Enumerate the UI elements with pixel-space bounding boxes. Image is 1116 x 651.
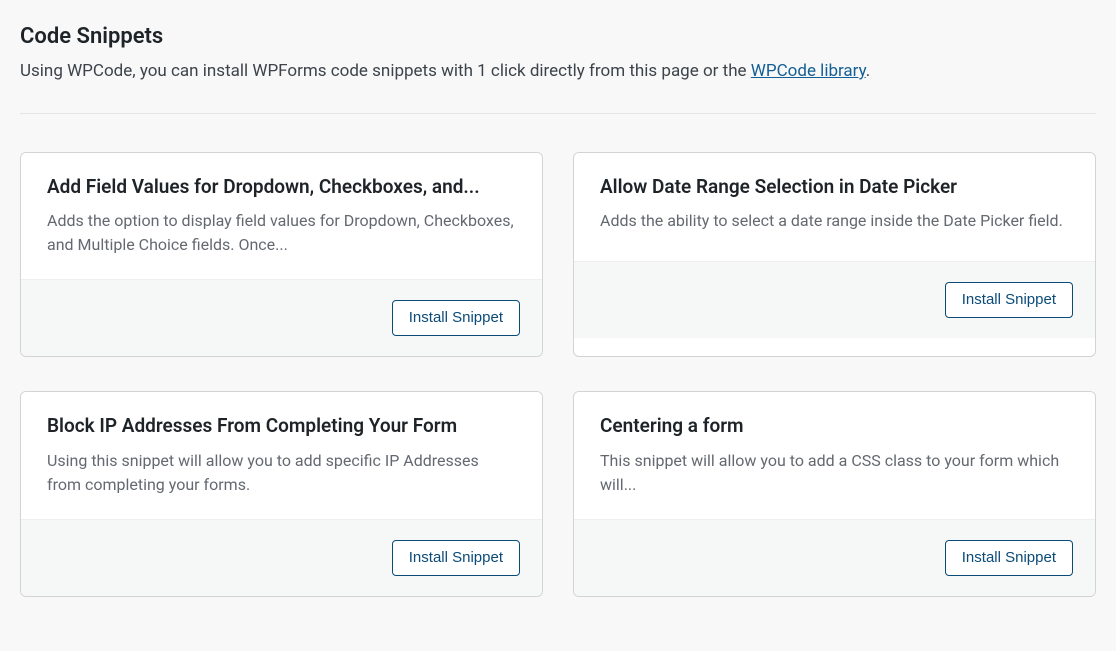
install-snippet-button[interactable]: Install Snippet <box>392 540 520 576</box>
snippet-card: Block IP Addresses From Completing Your … <box>20 391 543 597</box>
wpcode-library-link[interactable]: WPCode library <box>751 61 866 81</box>
intro-prefix: Using WPCode, you can install WPForms co… <box>20 61 751 81</box>
snippet-description: Adds the option to display field values … <box>47 209 516 257</box>
intro-text: Using WPCode, you can install WPForms co… <box>20 59 1096 85</box>
snippet-card-footer: Install Snippet <box>21 519 542 596</box>
snippet-title: Allow Date Range Selection in Date Picke… <box>600 175 1069 200</box>
snippet-description: Using this snippet will allow you to add… <box>47 449 516 497</box>
page-title: Code Snippets <box>20 24 1096 49</box>
snippet-card-footer: Install Snippet <box>21 279 542 356</box>
snippet-grid: Add Field Values for Dropdown, Checkboxe… <box>20 152 1096 597</box>
snippet-card: Allow Date Range Selection in Date Picke… <box>573 152 1096 358</box>
snippet-card-body: Block IP Addresses From Completing Your … <box>21 392 542 519</box>
snippet-card-footer: Install Snippet <box>574 261 1095 338</box>
code-snippets-page: Code Snippets Using WPCode, you can inst… <box>0 0 1116 627</box>
install-snippet-button[interactable]: Install Snippet <box>945 282 1073 318</box>
snippet-card-footer: Install Snippet <box>574 519 1095 596</box>
snippet-description: Adds the ability to select a date range … <box>600 209 1069 233</box>
snippet-card: Centering a form This snippet will allow… <box>573 391 1096 597</box>
intro-suffix: . <box>866 61 870 81</box>
snippet-title: Add Field Values for Dropdown, Checkboxe… <box>47 175 516 200</box>
divider <box>20 113 1096 114</box>
snippet-title: Block IP Addresses From Completing Your … <box>47 414 516 439</box>
snippet-card: Add Field Values for Dropdown, Checkboxe… <box>20 152 543 358</box>
snippet-card-body: Centering a form This snippet will allow… <box>574 392 1095 519</box>
install-snippet-button[interactable]: Install Snippet <box>945 540 1073 576</box>
snippet-description: This snippet will allow you to add a CSS… <box>600 449 1069 497</box>
snippet-card-body: Allow Date Range Selection in Date Picke… <box>574 153 1095 261</box>
install-snippet-button[interactable]: Install Snippet <box>392 300 520 336</box>
snippet-card-body: Add Field Values for Dropdown, Checkboxe… <box>21 153 542 280</box>
snippet-title: Centering a form <box>600 414 1069 439</box>
